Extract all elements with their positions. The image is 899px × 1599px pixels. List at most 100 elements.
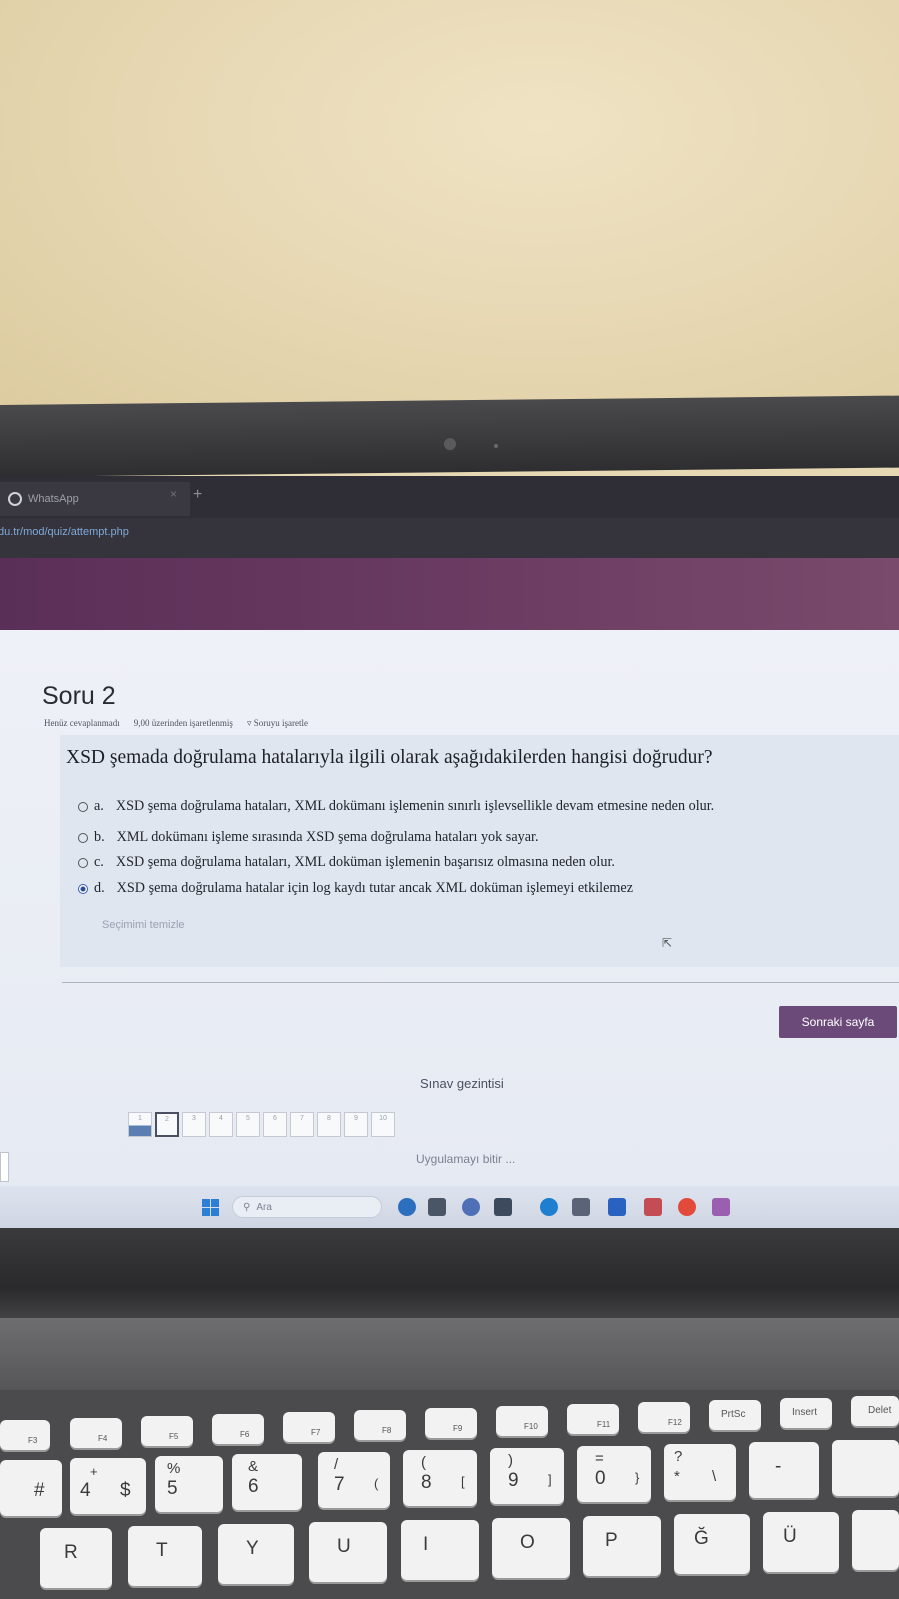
key-tilde[interactable] [852,1510,899,1570]
key-f9[interactable]: F9 [425,1408,477,1438]
chrome-icon[interactable] [678,1198,696,1216]
webcam-icon [442,436,458,452]
key-r[interactable]: R [40,1528,112,1588]
option-b[interactable]: b. XML dokümanı işleme sırasında XSD şem… [78,829,539,846]
key-3[interactable]: # [0,1460,62,1516]
key-o[interactable]: O [492,1518,570,1578]
quiz-page: Soru 2 Henüz cevaplanmadı 9,00 üzerinden… [0,630,899,1190]
option-a[interactable]: a. XSD şema doğrulama hataları, XML dokü… [78,798,714,815]
store-icon[interactable] [572,1198,590,1216]
key-f4[interactable]: F4 [70,1418,122,1448]
question-number: Soru 2 [42,682,116,710]
tab-close-icon[interactable]: × [170,487,177,501]
app-l-icon[interactable] [608,1198,626,1216]
key-y[interactable]: Y [218,1524,294,1584]
key-0[interactable]: = 0} [577,1446,651,1502]
windows-taskbar: ⚲ Ara [0,1186,899,1228]
search-icon: ⚲ [243,1201,251,1213]
option-text: XSD şema doğrulama hataları, XML doküman… [115,854,615,870]
new-tab-button[interactable]: + [193,486,202,504]
chat-icon[interactable] [462,1198,480,1216]
clear-choice-link[interactable]: Seçimimi temizle [102,919,185,931]
key-p[interactable]: P [583,1516,661,1576]
key-u[interactable]: U [309,1522,387,1582]
browser-tab-whatsapp[interactable]: WhatsApp [0,482,190,516]
laptop-screen: WhatsApp × + du.tr/mod/quiz/attempt.php … [0,476,899,1228]
option-d[interactable]: d. XSD şema doğrulama hatalar için log k… [78,880,633,897]
key-f3[interactable]: F3 [0,1420,50,1450]
key-i[interactable]: I [401,1520,479,1580]
side-panel-edge [0,1152,9,1182]
question-meta: Henüz cevaplanmadı 9,00 üzerinden işaret… [44,718,308,729]
key-minus[interactable]: - [749,1442,819,1498]
key-f11[interactable]: F11 [567,1404,619,1434]
option-letter: b. [94,829,105,845]
key-6[interactable]: & 6 [232,1454,302,1510]
key-5[interactable]: % 5 [155,1456,223,1512]
key-f10[interactable]: F10 [496,1406,548,1436]
nav-question-9[interactable]: 9 [344,1112,368,1137]
nav-question-5[interactable]: 5 [236,1112,260,1137]
nav-question-2[interactable]: 2 [155,1112,179,1137]
option-text: XSD şema doğrulama hataları, XML doküman… [115,798,715,814]
nav-question-1[interactable]: 1 [128,1112,152,1137]
key-4[interactable]: +4 $ [70,1458,146,1514]
edge-icon[interactable] [540,1198,558,1216]
laptop-hinge [0,1318,899,1396]
key-7[interactable]: /7( [318,1452,390,1508]
flag-label: Soruyu işaretle [253,718,308,728]
finish-attempt-link[interactable]: Uygulamayı bitir ... [416,1152,515,1166]
key-prtsc[interactable]: PrtSc [709,1400,761,1430]
key-g-breve[interactable]: Ğ [674,1514,750,1574]
flag-question-link[interactable]: ▿ Soruyu işaretle [247,718,308,729]
key-f8[interactable]: F8 [354,1410,406,1440]
key-t[interactable]: T [128,1526,202,1586]
key-8[interactable]: (8[ [403,1450,477,1506]
file-explorer-icon[interactable] [494,1198,512,1216]
section-divider [62,982,899,983]
question-navigation: 1 2 3 4 5 6 7 8 9 10 [128,1112,395,1137]
key-u-umlaut[interactable]: Ü [763,1512,839,1572]
key-delete[interactable]: Delet [851,1396,899,1426]
key-f12[interactable]: F12 [638,1402,690,1432]
key-f7[interactable]: F7 [283,1412,335,1442]
mouse-cursor-icon: ⇱ [662,936,673,950]
whatsapp-icon [8,492,22,506]
question-text: XSD şemada doğrulama hatalarıyla ilgili … [66,747,713,768]
question-mark: 9,00 üzerinden işaretlenmiş [133,718,233,728]
nav-question-10[interactable]: 10 [371,1112,395,1137]
key-f5[interactable]: F5 [141,1416,193,1446]
nav-question-4[interactable]: 4 [209,1112,233,1137]
address-bar[interactable]: du.tr/mod/quiz/attempt.php [0,518,899,558]
key-backspace[interactable] [832,1440,899,1496]
copilot-icon[interactable] [398,1198,416,1216]
windows-start-icon[interactable] [202,1199,219,1216]
option-letter: c. [94,854,104,870]
taskbar-search[interactable]: ⚲ Ara [232,1196,382,1218]
nav-question-3[interactable]: 3 [182,1112,206,1137]
radio-c[interactable] [78,857,88,868]
key-insert[interactable]: Insert [780,1398,832,1428]
site-header-banner [0,558,899,630]
nav-question-8[interactable]: 8 [317,1112,341,1137]
key-9[interactable]: ) 9] [490,1448,564,1504]
radio-a[interactable] [78,801,88,812]
key-f6[interactable]: F6 [212,1414,264,1444]
nav-question-6[interactable]: 6 [263,1112,287,1137]
wall-background [0,0,899,420]
option-c[interactable]: c. XSD şema doğrulama hataları, XML dokü… [78,854,615,871]
question-box [60,735,899,967]
search-placeholder: Ara [256,1201,272,1213]
webcam-led [494,444,498,448]
task-view-icon[interactable] [428,1198,446,1216]
radio-b[interactable] [78,832,88,843]
option-text: XSD şema doğrulama hatalar için log kayd… [116,880,634,896]
quiz-navigation-title: Sınav gezintisi [420,1076,504,1091]
key-asterisk[interactable]: ? * \ [664,1444,736,1500]
nav-question-7[interactable]: 7 [290,1112,314,1137]
next-page-button[interactable]: Sonraki sayfa [779,1006,897,1038]
app-red-icon[interactable] [644,1198,662,1216]
app-purple-icon[interactable] [712,1198,730,1216]
question-status: Henüz cevaplanmadı [44,718,120,728]
radio-d[interactable] [78,883,88,894]
